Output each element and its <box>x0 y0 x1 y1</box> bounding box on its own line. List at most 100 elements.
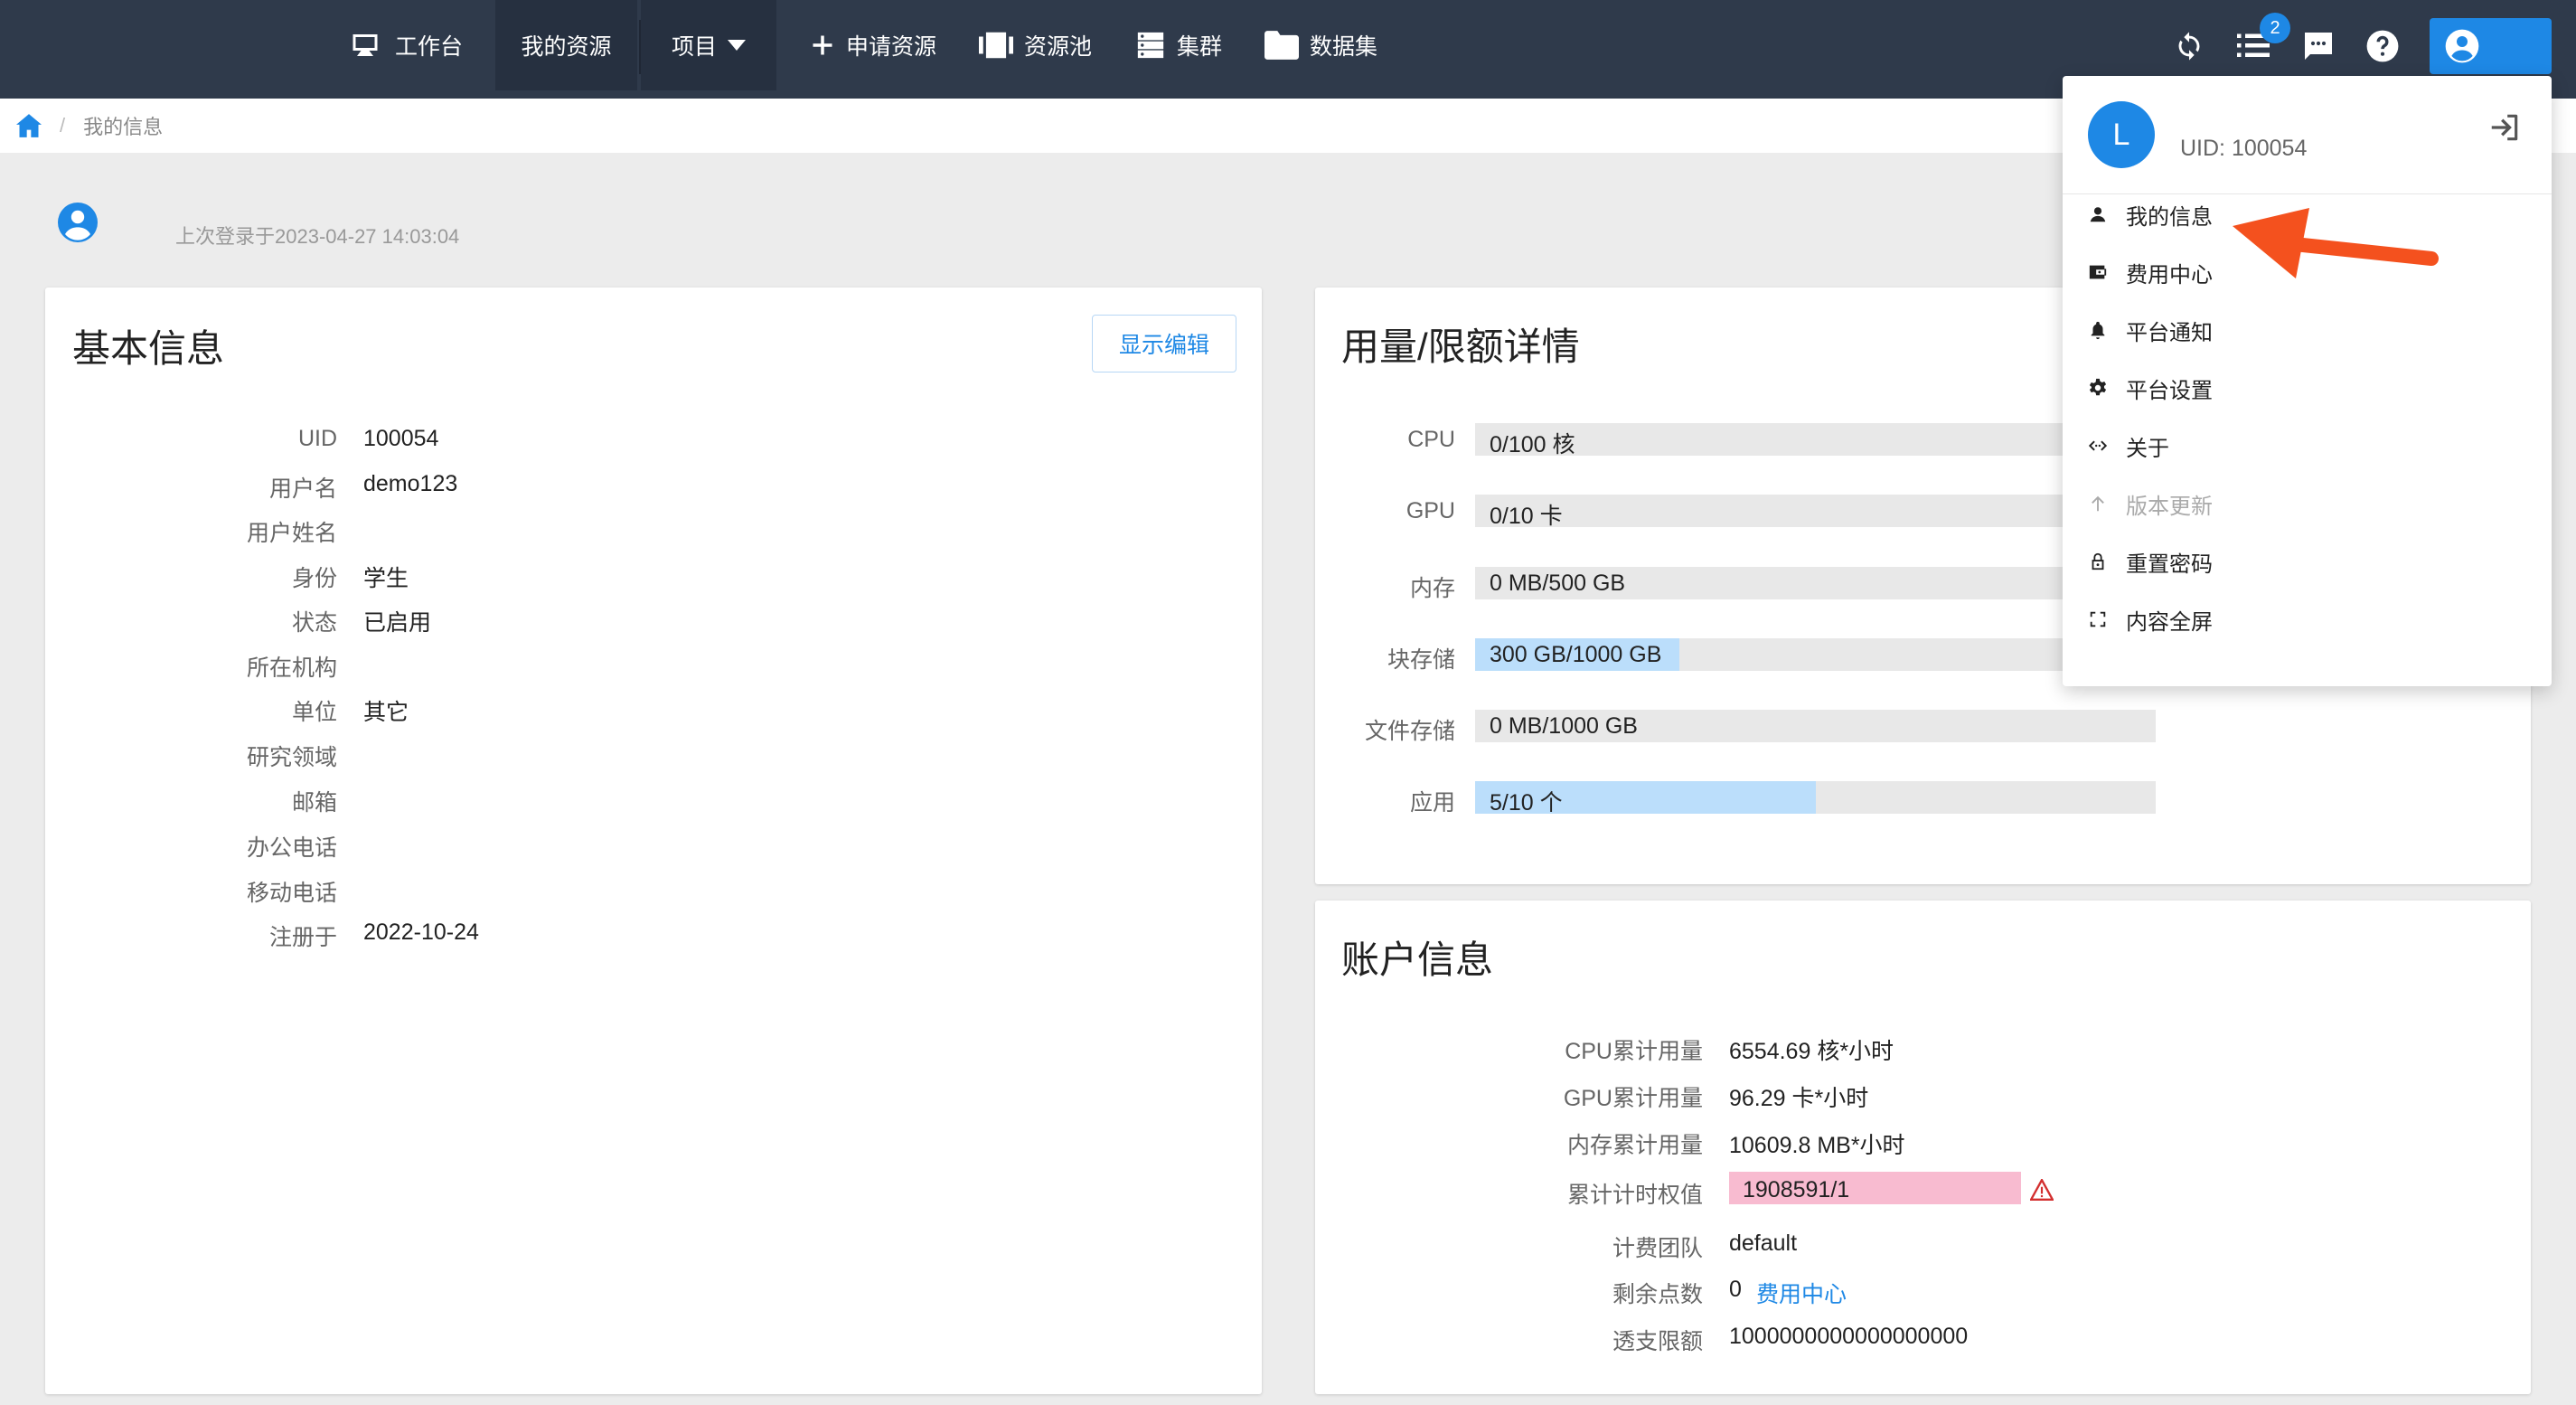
sync-icon <box>2178 32 2200 61</box>
account-value: 10609.8 MB*小时 <box>1729 1133 1905 1158</box>
info-label: 状态 <box>291 610 337 636</box>
menu-item-label: 平台通知 <box>2126 320 2213 345</box>
help-button[interactable] <box>2364 27 2402 65</box>
usage-bar-text: 0 MB/1000 GB <box>1490 713 1638 739</box>
basic-info-card <box>45 288 1262 1394</box>
info-value: 100054 <box>363 426 439 451</box>
info-value: 学生 <box>363 566 409 591</box>
menu-item-label: 内容全屏 <box>2126 609 2213 635</box>
account-label: 累计计时权值 <box>1566 1183 1703 1208</box>
account-value: 6554.69 核*小时 <box>1729 1039 1894 1064</box>
menu-item-fullscreen[interactable]: 内容全屏 <box>2088 601 2213 637</box>
nav-my-resources[interactable]: 我的资源 <box>495 0 637 90</box>
nav-project-dropdown[interactable]: 项目 <box>641 0 776 90</box>
menu-item-gear[interactable]: 平台设置 <box>2088 370 2213 406</box>
basic-info-title: 基本信息 <box>72 327 225 370</box>
usage-label: 块存储 <box>1387 647 1455 673</box>
caret-down-icon <box>728 40 746 51</box>
usage-bar-text: 5/10 个 <box>1490 790 1563 816</box>
menu-item-lock[interactable]: 重置密码 <box>2088 543 2213 580</box>
nav-cluster-label: 集群 <box>1177 34 1223 60</box>
nav-project-label: 项目 <box>671 34 717 60</box>
menu-item-code[interactable]: 关于 <box>2088 428 2169 464</box>
menu-item-label: 关于 <box>2126 436 2169 461</box>
info-label: UID <box>297 426 337 451</box>
account-label: CPU累计用量 <box>1565 1039 1703 1064</box>
account-circle-icon <box>58 203 98 242</box>
user-dropdown-menu: L UID: 100054 我的信息 费用中心 平台通知 平台设置 关于 版本更新 重置密码… <box>2063 76 2552 686</box>
nav-apply-resources-label: 申请资源 <box>846 34 937 60</box>
usage-label: 内存 <box>1409 576 1455 601</box>
usage-label: CPU <box>1407 427 1455 452</box>
chat-icon <box>2305 33 2332 60</box>
usage-title: 用量/限额详情 <box>1341 325 1580 368</box>
nav-dataset-label: 数据集 <box>1310 34 1378 60</box>
sync-button[interactable] <box>2170 27 2208 65</box>
info-label: 所在机构 <box>246 655 337 681</box>
menu-item-label: 平台设置 <box>2126 378 2213 403</box>
resource-pool-icon <box>979 32 1013 59</box>
account-label: 计费团队 <box>1612 1236 1703 1261</box>
nav-apply-resources[interactable]: 申请资源 <box>810 0 936 90</box>
nav-dataset[interactable]: 数据集 <box>1264 0 1377 90</box>
server-icon <box>1137 32 1164 59</box>
user-menu-button[interactable] <box>2430 18 2552 74</box>
home-icon[interactable] <box>16 114 42 137</box>
usage-bar: 0 MB/500 GB <box>1475 567 2156 599</box>
usage-bar: 0/100 核 <box>1475 423 2156 457</box>
breadcrumb-current: 我的信息 <box>83 116 164 138</box>
usage-bar-text: 0 MB/500 GB <box>1490 570 1626 596</box>
menu-item-wallet[interactable]: 费用中心 <box>2088 254 2213 290</box>
usage-bar: 0/10 卡 <box>1475 495 2156 529</box>
menu-item-label: 我的信息 <box>2126 204 2213 230</box>
info-value: demo123 <box>363 471 458 496</box>
account-card <box>1315 901 2531 1394</box>
gear-icon <box>2089 378 2107 396</box>
info-label: 研究领域 <box>246 745 337 770</box>
menu-item-person[interactable]: 我的信息 <box>2088 196 2213 232</box>
account-label: 剩余点数 <box>1612 1282 1703 1307</box>
logout-icon[interactable] <box>2487 110 2522 145</box>
menu-item-label: 重置密码 <box>2126 552 2213 577</box>
warning-icon <box>2030 1179 2054 1201</box>
info-label: 身份 <box>291 566 337 591</box>
account-value: 1000000000000000000 <box>1729 1324 1969 1349</box>
usage-bar: 0 MB/1000 GB <box>1475 710 2156 742</box>
usage-bar: 5/10 个 <box>1475 781 2156 816</box>
nav-resource-pool-label: 资源池 <box>1024 34 1093 60</box>
usage-label: 文件存储 <box>1364 719 1455 744</box>
code-icon <box>2088 440 2108 451</box>
show-edit-button[interactable]: 显示编辑 <box>1092 315 1236 372</box>
messages-button[interactable] <box>2299 27 2337 65</box>
fullscreen-icon <box>2090 611 2106 627</box>
account-value: 1908591/1 <box>1743 1177 1850 1202</box>
usage-label: 应用 <box>1409 790 1455 816</box>
nav-cluster[interactable]: 集群 <box>1135 0 1222 90</box>
usage-bar-text: 300 GB/1000 GB <box>1490 642 1662 667</box>
folder-icon <box>1264 31 1299 60</box>
info-label: 移动电话 <box>246 881 337 906</box>
usage-label: GPU <box>1406 498 1455 523</box>
account-label: 内存累计用量 <box>1566 1133 1703 1158</box>
avatar: L <box>2088 101 2155 168</box>
bell-icon <box>2091 321 2105 340</box>
nav-my-resources-label: 我的资源 <box>521 34 612 60</box>
usage-bar-text: 0/10 卡 <box>1490 504 1563 529</box>
info-label: 用户姓名 <box>246 521 337 546</box>
menu-item-label: 版本更新 <box>2126 494 2213 519</box>
info-value: 已启用 <box>363 610 432 636</box>
account-value: 0 <box>1729 1277 1742 1302</box>
account-value: 96.29 卡*小时 <box>1729 1086 1869 1111</box>
last-login-text: 上次登录于2023-04-27 14:03:04 <box>175 225 460 248</box>
user-avatar <box>56 201 99 244</box>
menu-divider <box>2063 193 2552 194</box>
notification-badge: 2 <box>2260 13 2290 43</box>
annotation-arrow <box>2233 208 2439 278</box>
usage-bar: 300 GB/1000 GB <box>1475 638 2156 671</box>
nav-workbench[interactable]: 工作台 <box>346 0 463 90</box>
account-value: default <box>1729 1231 1798 1256</box>
nav-resource-pool[interactable]: 资源池 <box>979 0 1092 90</box>
account-circle-icon <box>2445 29 2479 63</box>
menu-item-bell[interactable]: 平台通知 <box>2088 312 2213 348</box>
billing-center-link[interactable]: 费用中心 <box>1756 1277 1847 1309</box>
